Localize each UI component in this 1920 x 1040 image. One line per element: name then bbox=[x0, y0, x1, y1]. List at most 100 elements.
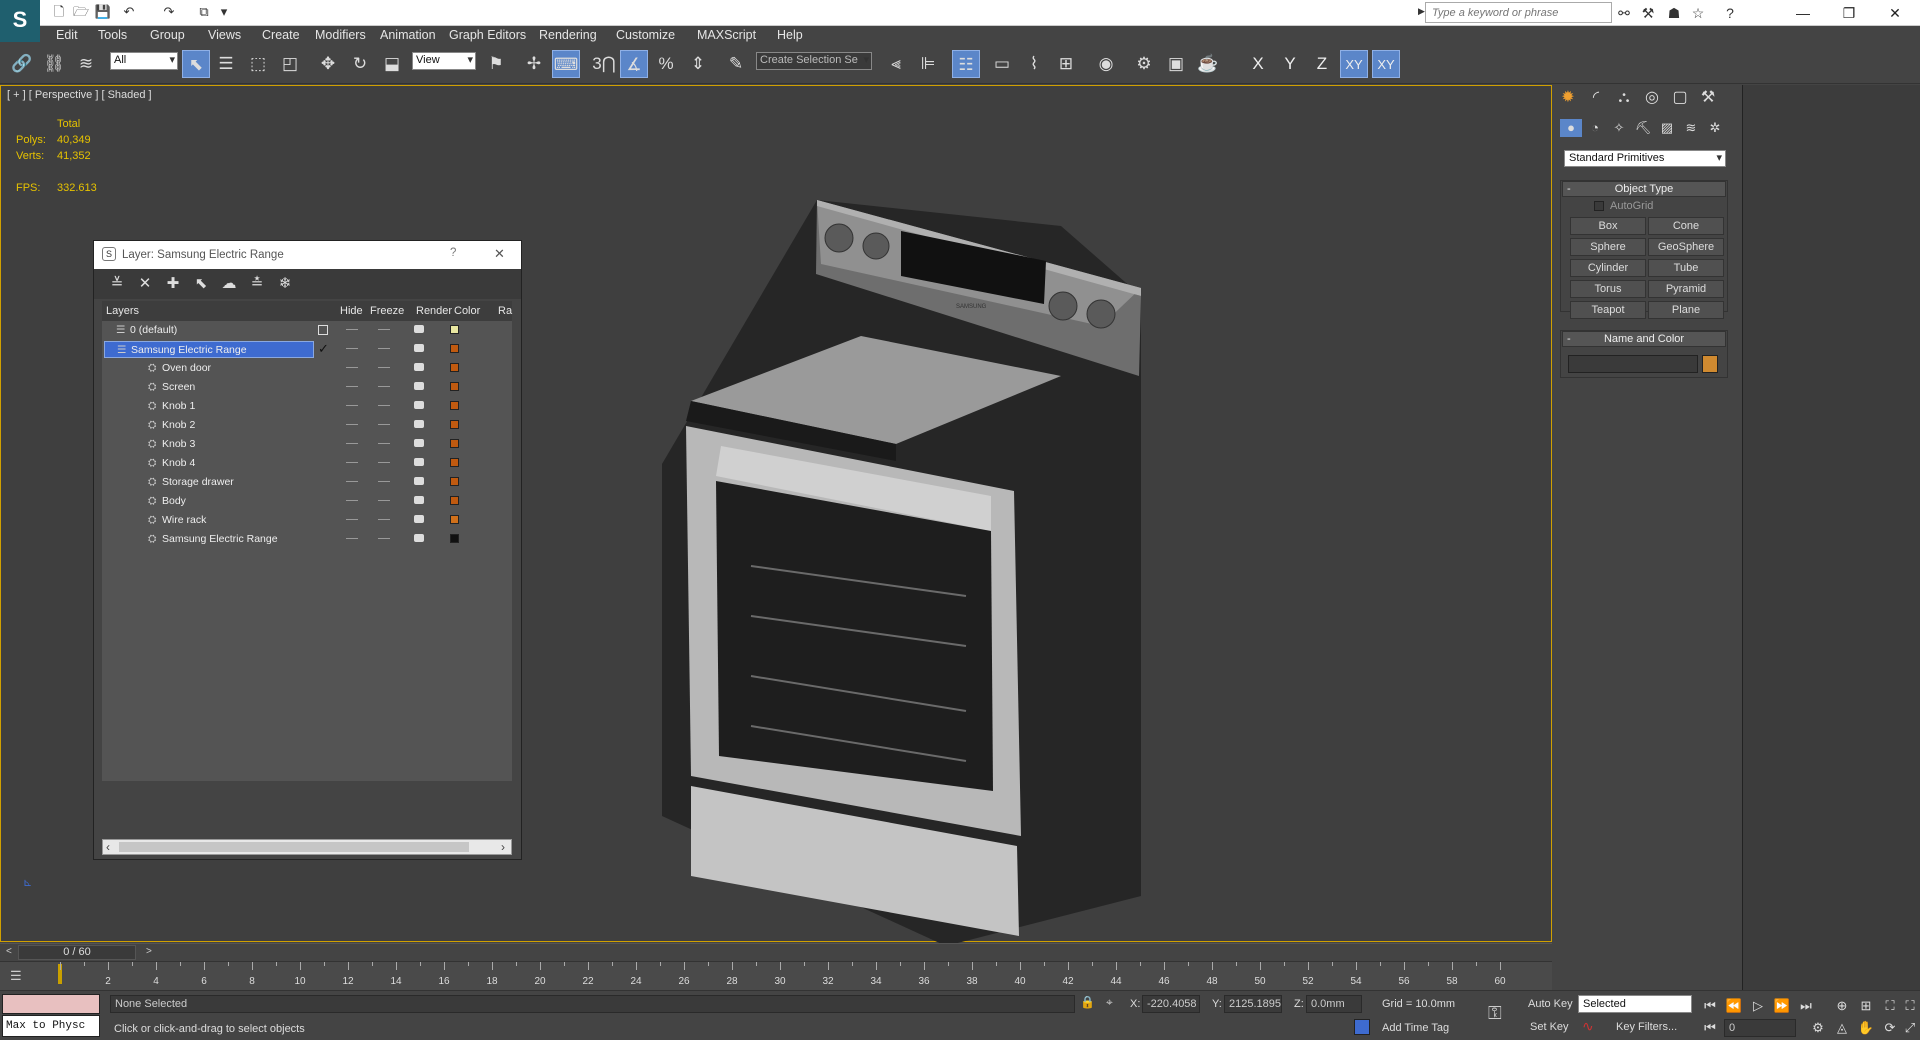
align-icon[interactable]: ⊫ bbox=[914, 50, 942, 78]
hide-toggle[interactable] bbox=[346, 386, 358, 387]
zoom-extents-icon[interactable]: ⛶ bbox=[1880, 997, 1900, 1015]
maxscript-listener-box[interactable] bbox=[2, 994, 100, 1014]
hide-toggle[interactable] bbox=[346, 424, 358, 425]
column-color[interactable]: Color bbox=[454, 305, 480, 317]
column-radiosity[interactable]: Ra bbox=[498, 305, 512, 317]
move-icon[interactable]: ✥ bbox=[314, 50, 342, 78]
percent-snap-icon[interactable]: % bbox=[652, 50, 680, 78]
new-file-icon[interactable]: 🗋 bbox=[50, 3, 68, 21]
create-layer-icon[interactable]: ≚ bbox=[106, 273, 128, 295]
layer-name-cell[interactable]: ☰ 0 (default) bbox=[104, 322, 314, 339]
current-frame-field[interactable]: 0 bbox=[1724, 1019, 1796, 1037]
layer-name-cell[interactable]: ⛭ Storage drawer bbox=[120, 474, 320, 491]
next-frame-icon[interactable]: ⏩ bbox=[1772, 997, 1792, 1015]
plane-button[interactable]: Plane bbox=[1648, 301, 1724, 319]
freeze-toggle[interactable] bbox=[378, 386, 390, 387]
undo-icon[interactable]: ↶ bbox=[120, 3, 138, 21]
hide-toggle[interactable] bbox=[346, 462, 358, 463]
menu-customize[interactable]: Customize bbox=[616, 26, 675, 44]
render-toggle-icon[interactable] bbox=[414, 439, 424, 447]
layer-name-cell[interactable]: ⛭ Knob 2 bbox=[120, 417, 320, 434]
layer-name-cell[interactable]: ⛭ Knob 4 bbox=[120, 455, 320, 472]
layer-row[interactable]: ⛭ Storage drawer bbox=[102, 473, 512, 492]
key-mode-dropdown[interactable]: Selected bbox=[1578, 995, 1692, 1013]
key-tools-icon[interactable]: ⚒ bbox=[1638, 3, 1658, 23]
favorites-star-icon[interactable]: ☆ bbox=[1688, 3, 1708, 23]
shapes-icon[interactable]: ◔ bbox=[1584, 119, 1606, 137]
layer-name-cell[interactable]: ⛭ Screen bbox=[120, 379, 320, 396]
layer-color-swatch[interactable] bbox=[450, 325, 459, 334]
utilities-tab-icon[interactable]: ⚒ bbox=[1696, 87, 1720, 109]
key-filters-button[interactable]: Key Filters... bbox=[1616, 1021, 1677, 1033]
freeze-toggle[interactable] bbox=[378, 348, 390, 349]
keyboard-shortcut-override-icon[interactable]: ⌨ bbox=[552, 50, 580, 78]
redo-icon[interactable]: ↷ bbox=[160, 3, 178, 21]
key-mode-toggle-icon[interactable]: ⏮ bbox=[1700, 1019, 1720, 1037]
layer-row[interactable]: ⛭ Wire rack bbox=[102, 511, 512, 530]
layer-row[interactable]: ⛭ Samsung Electric Range bbox=[102, 530, 512, 549]
layer-color-swatch[interactable] bbox=[450, 534, 459, 543]
window-crossing-icon[interactable]: ◰ bbox=[276, 50, 304, 78]
hide-toggle[interactable] bbox=[346, 405, 358, 406]
space-warps-icon[interactable]: ≋ bbox=[1680, 119, 1702, 137]
layer-row[interactable]: ☰ Samsung Electric Range ✓ bbox=[102, 340, 512, 359]
x-coordinate-field[interactable]: -220.4058 bbox=[1142, 995, 1200, 1013]
menu-help[interactable]: Help bbox=[777, 26, 803, 44]
project-folder-icon[interactable]: ⧉ bbox=[195, 3, 213, 21]
layer-color-swatch[interactable] bbox=[450, 401, 459, 410]
render-toggle-icon[interactable] bbox=[414, 325, 424, 333]
cylinder-button[interactable]: Cylinder bbox=[1570, 259, 1646, 277]
layer-color-swatch[interactable] bbox=[450, 363, 459, 372]
name-color-rollout-header[interactable]: - Name and Color bbox=[1562, 331, 1726, 347]
scale-icon[interactable]: ⬓ bbox=[378, 50, 406, 78]
rectangular-selection-icon[interactable]: ⬚ bbox=[244, 50, 272, 78]
render-toggle-icon[interactable] bbox=[414, 515, 424, 523]
layer-row[interactable]: ⛭ Body bbox=[102, 492, 512, 511]
freeze-toggle[interactable] bbox=[378, 367, 390, 368]
hide-toggle[interactable] bbox=[346, 367, 358, 368]
menu-animation[interactable]: Animation bbox=[380, 26, 436, 44]
time-slider[interactable]: < 0 / 60 > bbox=[0, 943, 1552, 961]
close-window-button[interactable]: ✕ bbox=[1872, 0, 1918, 26]
object-type-rollout-header[interactable]: - Object Type bbox=[1562, 181, 1726, 197]
constrain-z-button[interactable]: Z bbox=[1308, 50, 1336, 78]
y-coordinate-field[interactable]: 2125.1895 bbox=[1224, 995, 1282, 1013]
reference-coordinate-dropdown[interactable]: View bbox=[412, 52, 476, 70]
layer-window-help-button[interactable]: ? bbox=[450, 247, 456, 259]
snaps-toggle-icon[interactable]: 3⋂ bbox=[590, 50, 618, 78]
column-freeze[interactable]: Freeze bbox=[370, 305, 404, 317]
search-input[interactable] bbox=[1425, 2, 1612, 23]
geometry-icon[interactable]: ● bbox=[1560, 119, 1582, 137]
time-slider-prev-icon[interactable]: < bbox=[6, 946, 12, 957]
freeze-toggle[interactable] bbox=[378, 462, 390, 463]
track-bar[interactable]: ☰ 2 4 6 8 10 12 14 16 18 20 22 24 26 28 30 32 34 36 38 40 42… bbox=[0, 961, 1552, 990]
time-tag-icon[interactable] bbox=[1354, 1019, 1370, 1035]
time-slider-next-icon[interactable]: > bbox=[146, 946, 152, 957]
layer-color-swatch[interactable] bbox=[450, 420, 459, 429]
current-layer-box[interactable] bbox=[318, 325, 328, 335]
open-file-icon[interactable]: 🗁 bbox=[72, 3, 90, 21]
go-to-start-icon[interactable]: ⏮ bbox=[1700, 997, 1720, 1015]
zoom-icon[interactable]: ⊕ bbox=[1832, 997, 1852, 1015]
toggle-ribbon-icon[interactable]: ▭ bbox=[988, 50, 1016, 78]
pan-view-icon[interactable]: ✋ bbox=[1856, 1019, 1876, 1037]
layer-row[interactable]: ☰ 0 (default) bbox=[102, 321, 512, 340]
render-toggle-icon[interactable] bbox=[414, 477, 424, 485]
mirror-icon[interactable]: ⫷ bbox=[882, 50, 910, 78]
autogrid-checkbox[interactable] bbox=[1594, 201, 1604, 211]
render-setup-icon[interactable]: ⚙ bbox=[1130, 50, 1158, 78]
add-time-tag-button[interactable]: Add Time Tag bbox=[1382, 1022, 1449, 1034]
menu-graph-editors[interactable]: Graph Editors bbox=[449, 26, 526, 44]
layer-window-close-button[interactable]: ✕ bbox=[494, 246, 505, 262]
constrain-y-button[interactable]: Y bbox=[1276, 50, 1304, 78]
play-icon[interactable]: ▷ bbox=[1748, 997, 1768, 1015]
layer-row[interactable]: ⛭ Knob 4 bbox=[102, 454, 512, 473]
hide-toggle[interactable] bbox=[346, 329, 358, 330]
geosphere-button[interactable]: GeoSphere bbox=[1648, 238, 1724, 256]
layer-color-swatch[interactable] bbox=[450, 496, 459, 505]
freeze-toggle[interactable] bbox=[378, 519, 390, 520]
hide-toggle[interactable] bbox=[346, 481, 358, 482]
render-toggle-icon[interactable] bbox=[414, 344, 424, 352]
save-icon[interactable]: 💾 bbox=[94, 3, 112, 21]
zoom-all-icon[interactable]: ⊞ bbox=[1856, 997, 1876, 1015]
